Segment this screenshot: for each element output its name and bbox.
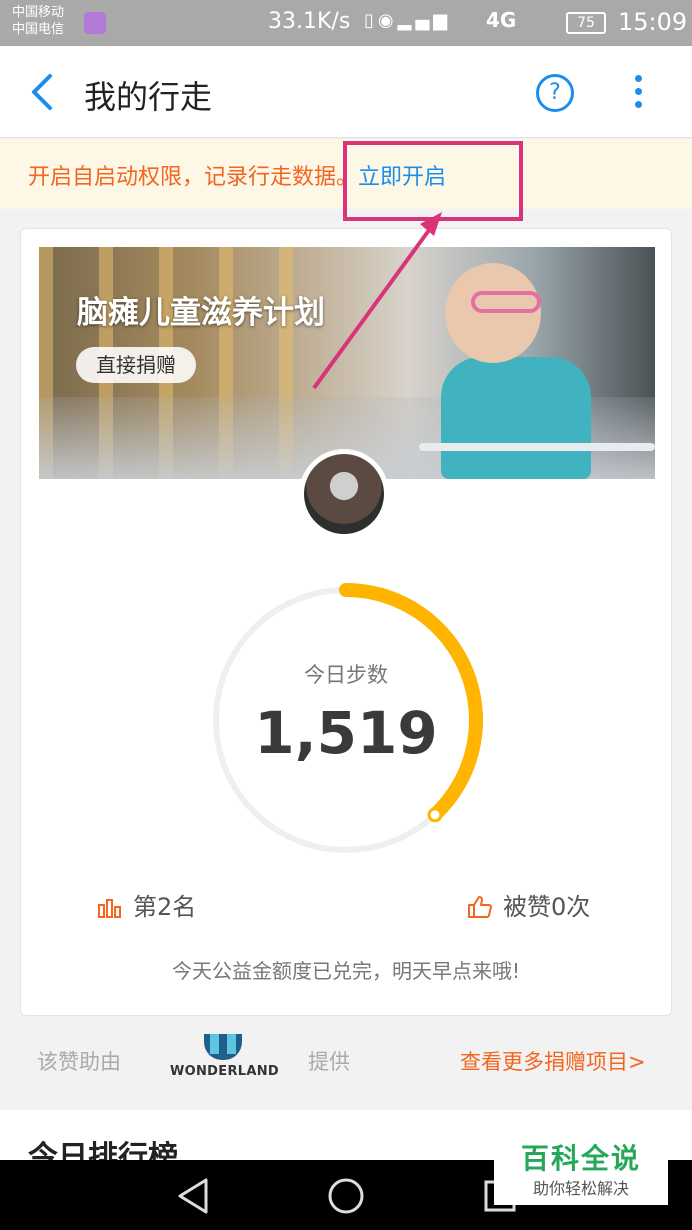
sponsor-brand: WONDERLAND: [170, 1064, 279, 1079]
carrier-names: 中国移动 中国电信: [12, 4, 64, 38]
sponsor-logo: WONDERLAND: [170, 1032, 279, 1088]
more-dot-icon: [634, 75, 642, 82]
more-dot-icon: [634, 88, 642, 95]
help-button[interactable]: ?: [536, 74, 574, 112]
avatar: [304, 454, 384, 534]
carrier-2: 中国电信: [12, 22, 65, 37]
sponsor-avatar[interactable]: [299, 449, 389, 539]
nav-home-icon[interactable]: [324, 1174, 368, 1218]
direct-donate-button[interactable]: 直接捐赠: [76, 347, 196, 383]
nav-back-icon[interactable]: [172, 1174, 216, 1218]
rank-stat[interactable]: 第2名: [97, 887, 196, 922]
watermark-title: 百科全说: [520, 1142, 641, 1175]
watermark: 百科全说 助你轻松解决: [494, 1133, 668, 1205]
rank-text: 第2名: [133, 893, 197, 921]
likes-stat[interactable]: 被赞0次: [467, 887, 590, 922]
carrier-1: 中国移动: [12, 5, 65, 20]
chevron-left-icon: [32, 74, 52, 110]
walking-card: 脑瘫儿童滋养计划 直接捐赠 今日步数 1,519 第2名 被赞0次 今天公益金额…: [20, 228, 672, 1016]
annotation-highlight-box: [343, 141, 523, 221]
app-bar: 我的行走 ?: [0, 46, 692, 138]
page-title: 我的行走: [84, 78, 213, 116]
gallery-notification-icon: [84, 12, 106, 34]
signal-2g-icon: ▂▄▆: [397, 10, 452, 31]
eye-icon: ◉: [377, 10, 398, 31]
banner-child-body: [441, 357, 591, 479]
likes-text: 被赞0次: [503, 893, 591, 921]
bar-chart-icon: [98, 899, 121, 918]
sponsor-suffix: 提供: [308, 1050, 350, 1074]
thumbs-up-icon: [468, 896, 492, 918]
network-speed: 33.1K/s: [268, 9, 351, 34]
banner-child-head: [445, 263, 541, 363]
sponsor-prefix: 该赞助由: [37, 1050, 121, 1074]
quota-message: 今天公益金额度已兑完，明天早点来哦!: [171, 959, 521, 983]
watermark-subtitle: 助你轻松解决: [532, 1179, 629, 1198]
battery-indicator: 75: [566, 12, 606, 34]
project-banner[interactable]: 脑瘫儿童滋养计划 直接捐赠: [39, 247, 655, 479]
clock: 15:09: [618, 8, 688, 36]
more-options-button[interactable]: [626, 72, 650, 112]
banner-walker: [419, 443, 655, 451]
vibrate-icon: ▯: [364, 10, 378, 31]
ring-progress-end-dot: [427, 807, 443, 823]
network-type: 4G: [486, 8, 517, 32]
back-button[interactable]: [22, 68, 62, 116]
wonderland-logo-icon: [204, 1034, 242, 1060]
status-icons: ▯◉▂▄▆: [364, 10, 451, 31]
more-projects-link[interactable]: 查看更多捐赠项目>: [460, 1046, 646, 1076]
notice-message: 开启自启动权限，记录行走数据。: [28, 165, 359, 190]
steps-label: 今日步数: [304, 663, 388, 687]
banner-glasses: [471, 291, 541, 313]
project-title: 脑瘫儿童滋养计划: [77, 295, 325, 331]
sponsor-line: 该赞助由 WONDERLAND 提供 查看更多捐赠项目>: [0, 1022, 692, 1096]
steps-count: 1,519: [254, 699, 438, 767]
more-dot-icon: [634, 101, 642, 108]
status-bar: 中国移动 中国电信 33.1K/s ▯◉▂▄▆ 4G 75 15:09: [0, 0, 692, 46]
